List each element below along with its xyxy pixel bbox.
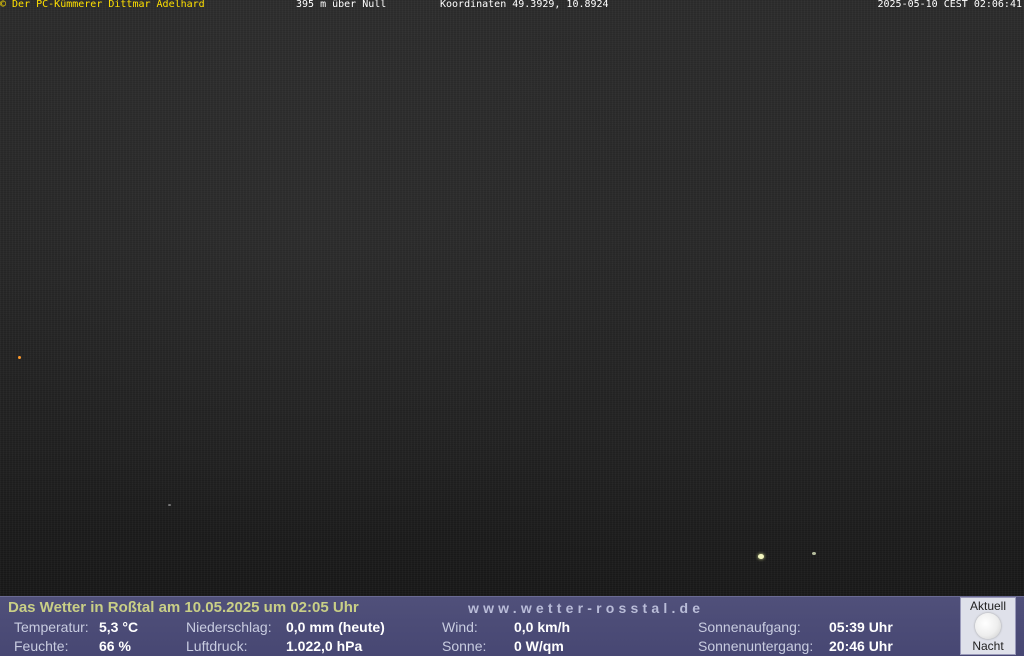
pressure-label: Luftdruck: — [186, 638, 248, 654]
pressure-value: 1.022,0 hPa — [286, 638, 363, 654]
distant-light — [18, 356, 21, 359]
moon-top-label: Aktuell — [969, 599, 1007, 613]
humidity-label: Feuchte: — [14, 638, 69, 654]
coordinates-text: Koordinaten 49.3929, 10.8924 — [440, 0, 609, 10]
sunset-value: 20:46 Uhr — [829, 638, 893, 654]
distant-light — [168, 504, 171, 506]
webcam-caption-bar: © Der PC-Kümmerer Dittmar Adelhard 395 m… — [0, 0, 1024, 10]
humidity-value: 66 % — [99, 638, 131, 654]
temperature-value: 5,3 °C — [99, 619, 139, 635]
full-moon-icon — [975, 613, 1001, 639]
weather-title: Das Wetter in Roßtal am 10.05.2025 um 02… — [8, 599, 359, 616]
weather-panel: Das Wetter in Roßtal am 10.05.2025 um 02… — [0, 596, 1024, 656]
sunrise-value: 05:39 Uhr — [829, 619, 893, 635]
precipitation-label: Niederschlag: — [186, 619, 272, 635]
temperature-label: Temperatur: — [14, 619, 89, 635]
sun-label: Sonne: — [442, 638, 487, 654]
distant-light — [812, 552, 816, 555]
copyright-text: © Der PC-Kümmerer Dittmar Adelhard — [0, 0, 205, 10]
distant-light — [758, 554, 764, 559]
sunset-label: Sonnenuntergang: — [698, 638, 814, 654]
sunrise-label: Sonnenaufgang: — [698, 619, 801, 635]
moon-phase-box: Aktuell Nacht — [960, 597, 1016, 655]
timestamp-text: 2025-05-10 CEST 02:06:41 — [877, 0, 1023, 10]
wind-value: 0,0 km/h — [514, 619, 571, 635]
website-url: www.wetter-rosstal.de — [468, 600, 705, 616]
webcam-image — [0, 0, 1024, 596]
sun-value: 0 W/qm — [514, 638, 564, 654]
altitude-text: 395 m über Null — [296, 0, 387, 10]
precipitation-value: 0,0 mm (heute) — [286, 619, 385, 635]
moon-bottom-label: Nacht — [972, 639, 1004, 653]
wind-label: Wind: — [442, 619, 478, 635]
